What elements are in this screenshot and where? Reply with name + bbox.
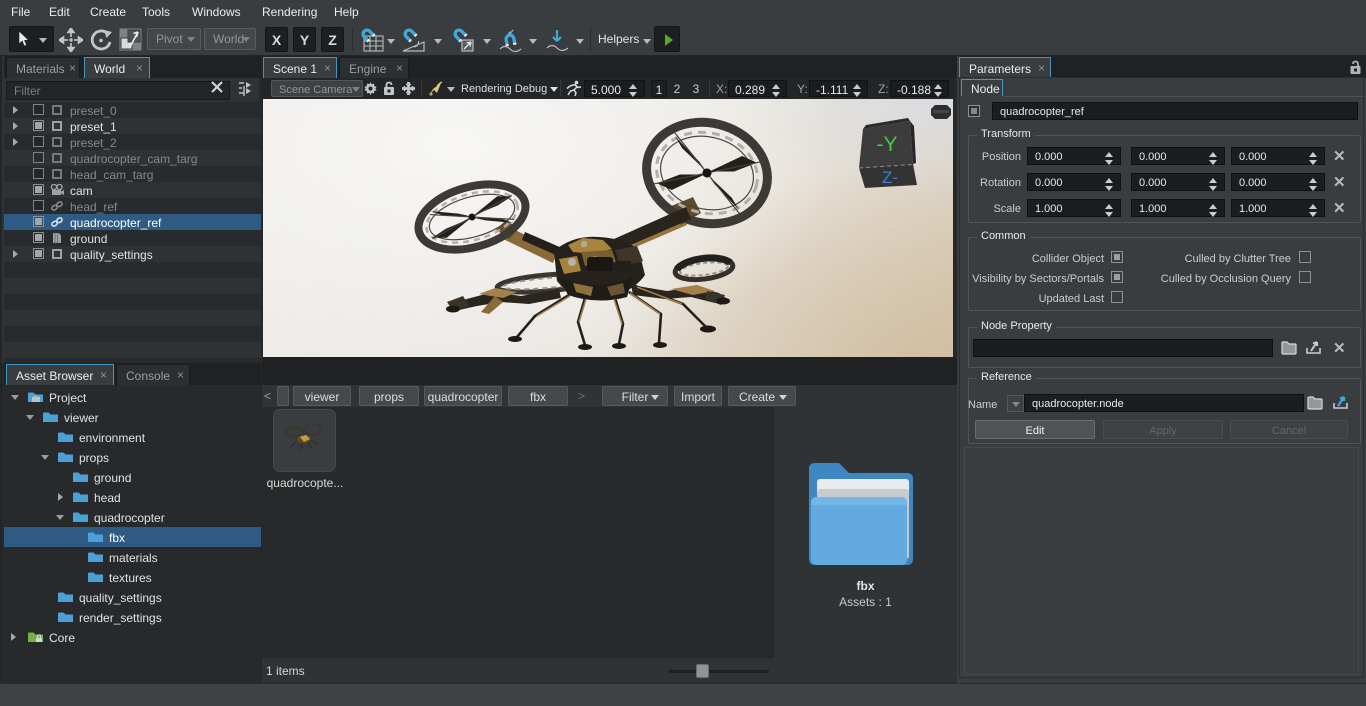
svg-text:Z-: Z- [882,168,898,187]
svg-text:-Y: -Y [877,133,898,156]
